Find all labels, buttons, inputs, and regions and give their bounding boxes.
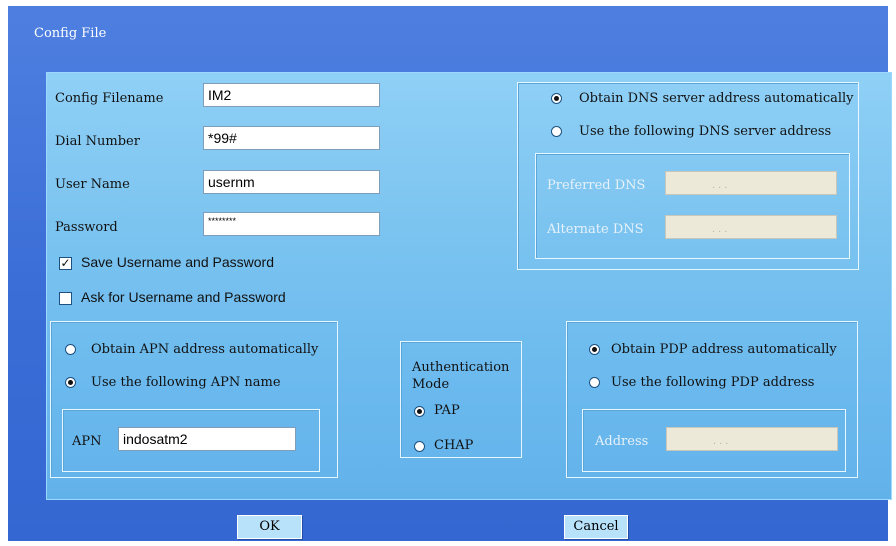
pdp-address-dots: . . . [713, 435, 729, 447]
alternate-dns-dots: . . . [712, 223, 728, 235]
preferred-dns-input[interactable]: . . . [665, 171, 837, 195]
apn-manual-radio[interactable] [65, 377, 76, 388]
dns-manual-label: Use the following DNS server address [579, 124, 832, 139]
pdp-address-label: Address [595, 434, 649, 449]
checkmark-icon: ✓ [60, 256, 71, 270]
apn-auto-label: Obtain APN address automatically [91, 342, 319, 357]
preferred-dns-dots: . . . [712, 179, 728, 191]
save-credentials-checkbox[interactable]: ✓ [59, 257, 72, 270]
apn-auto-radio[interactable] [65, 344, 76, 355]
ask-credentials-checkbox[interactable] [59, 292, 72, 305]
apn-input[interactable]: indosatm2 [118, 427, 296, 451]
dial-number-input[interactable]: *99# [203, 126, 380, 150]
dial-number-label: Dial Number [55, 134, 140, 149]
preferred-dns-label: Preferred DNS [547, 178, 646, 193]
dialog-title: Config File [34, 26, 107, 41]
save-credentials-label: Save Username and Password [81, 254, 274, 270]
cancel-button[interactable]: Cancel [564, 515, 628, 539]
config-filename-label: Config Filename [55, 91, 164, 106]
dns-servers-group [535, 153, 850, 259]
pdp-auto-label: Obtain PDP address automatically [611, 342, 837, 357]
password-label: Password [55, 220, 118, 235]
ask-credentials-label: Ask for Username and Password [81, 289, 286, 305]
config-filename-input[interactable]: IM2 [203, 83, 380, 107]
pdp-manual-label: Use the following PDP address [611, 375, 815, 390]
dns-auto-label: Obtain DNS server address automatically [579, 91, 854, 106]
user-name-label: User Name [55, 177, 130, 192]
chap-radio[interactable] [414, 441, 425, 452]
ok-button[interactable]: OK [237, 515, 302, 539]
user-name-input[interactable]: usernm [203, 170, 380, 194]
password-input[interactable]: ******** [203, 212, 380, 236]
pap-radio[interactable] [414, 406, 425, 417]
dns-auto-radio[interactable] [551, 93, 562, 104]
apn-manual-label: Use the following APN name [91, 375, 281, 390]
apn-label: APN [72, 434, 102, 449]
chap-label: CHAP [434, 438, 474, 453]
dns-manual-radio[interactable] [551, 126, 562, 137]
pdp-manual-radio[interactable] [589, 377, 600, 388]
pdp-auto-radio[interactable] [589, 344, 600, 355]
auth-label-line2: Mode [412, 377, 450, 392]
pap-label: PAP [434, 403, 460, 418]
alternate-dns-label: Alternate DNS [547, 222, 644, 237]
alternate-dns-input[interactable]: . . . [665, 215, 837, 239]
pdp-address-input[interactable]: . . . [666, 427, 838, 451]
auth-label-line1: Authentication [412, 360, 510, 375]
